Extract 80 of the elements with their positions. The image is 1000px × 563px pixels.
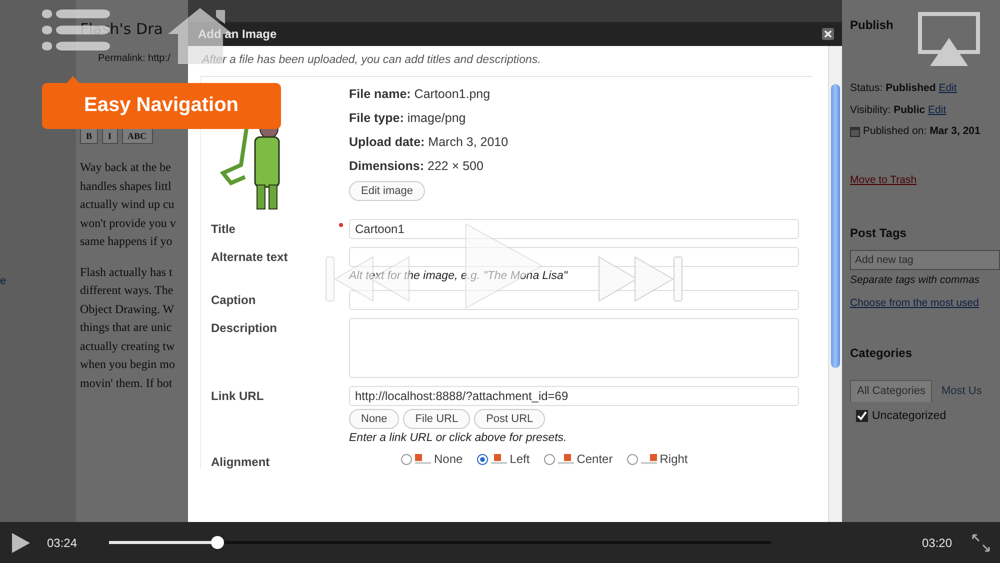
text-fragment: e	[0, 275, 6, 287]
paragraph-line: Flash actually has t	[80, 264, 174, 281]
file-info: Dimensions: 222 × 500	[349, 159, 484, 173]
permalink: Permalink: http:/	[98, 53, 172, 64]
most-used-link[interactable]: Choose from the most used	[850, 297, 1000, 309]
file-info: Upload date: March 3, 2010	[349, 135, 510, 149]
visibility-value: Public	[894, 104, 926, 116]
radio-button[interactable]	[626, 454, 638, 464]
field-label: Link URL	[211, 389, 264, 403]
fullscreen-icon[interactable]	[972, 534, 990, 552]
field-label: Description	[211, 321, 278, 335]
section-heading: Categories	[850, 346, 914, 360]
hint-text: Separate tags with commas	[850, 274, 981, 286]
preset-button[interactable]: None	[349, 409, 400, 429]
radio-button[interactable]	[476, 454, 488, 464]
help-text: Alt text for the image, e.g. "The Mona Lisa"	[349, 270, 569, 282]
url-field[interactable]: http://localhost:8888/?attachment_id=69	[349, 386, 799, 406]
paragraph-line: Way back at the be	[80, 159, 172, 176]
field-label: Alternate text	[211, 250, 288, 264]
text-field[interactable]	[349, 247, 799, 267]
dialog-title: Add an Image	[198, 27, 277, 41]
edit-image-button[interactable]: Edit image	[349, 181, 425, 201]
field-label: Title	[211, 222, 236, 236]
paragraph-line: different ways. The	[80, 282, 174, 299]
published-date: Mar 3, 201	[930, 125, 980, 137]
field-label: Alignment	[211, 455, 270, 469]
text-field[interactable]	[349, 290, 799, 310]
category-tab[interactable]: All Categories	[850, 380, 932, 402]
help-text: Enter a link URL or click above for presets.	[349, 432, 568, 444]
elapsed-time: 03:24	[47, 536, 78, 550]
paragraph-line: handles shapes littl	[80, 178, 172, 194]
play-icon[interactable]	[12, 532, 30, 552]
alignment-icon	[490, 454, 507, 464]
radio-label: Left	[510, 452, 530, 466]
category-tab[interactable]: Most Us	[934, 380, 989, 402]
status-value: Published	[886, 82, 936, 94]
radio-button[interactable]	[544, 454, 555, 464]
paragraph-line: things that are unic	[80, 319, 173, 336]
edit-link[interactable]: Edit	[928, 104, 946, 116]
category-label: Uncategorized	[872, 410, 946, 422]
tooltip: Easy Navigation	[42, 83, 281, 129]
preset-button[interactable]: File URL	[403, 409, 470, 429]
paragraph-line: won't provide you v	[80, 214, 177, 232]
alignment-icon	[415, 454, 431, 464]
trash-link[interactable]: Move to Trash	[850, 174, 1000, 186]
tag-field[interactable]: Add new tag	[850, 250, 1000, 270]
scrollbar[interactable]	[828, 46, 842, 522]
alignment-icon	[640, 454, 657, 464]
section-heading: Publish	[850, 18, 894, 32]
paragraph-line: when you begin mo	[80, 356, 176, 373]
radio-button[interactable]	[401, 454, 412, 464]
airplay-icon[interactable]	[918, 12, 980, 66]
calendar-icon	[850, 126, 860, 137]
paragraph-line: Object Drawing. W	[80, 300, 176, 318]
preset-button[interactable]: Post URL	[474, 409, 546, 429]
status-label: Status:	[850, 82, 883, 94]
edit-link[interactable]: Edit	[938, 82, 957, 94]
radio-label: Center	[576, 452, 613, 466]
published-label: Published on:	[863, 125, 927, 137]
visibility-label: Visibility:	[850, 104, 891, 116]
checkbox[interactable]	[856, 410, 868, 422]
text-field[interactable]: Cartoon1	[349, 219, 799, 239]
format-button[interactable]: B	[80, 128, 98, 144]
format-button[interactable]: I	[102, 128, 118, 144]
radio-label: None	[434, 452, 463, 466]
close-icon[interactable]	[822, 28, 834, 40]
next-icon[interactable]	[597, 256, 683, 302]
intro-text: After a file has been uploaded, you can add titles and descriptions.	[200, 54, 542, 66]
radio-label: Right	[660, 452, 688, 466]
field-label: Caption	[211, 293, 256, 307]
file-info: File name: Cartoon1.png	[349, 87, 492, 101]
file-info: File type: image/png	[349, 111, 467, 125]
format-button[interactable]: ABC	[122, 128, 153, 144]
paragraph-line: actually wind up cu	[80, 196, 176, 213]
remaining-time: 03:20	[922, 536, 952, 550]
alignment-icon	[558, 454, 574, 464]
paragraph-line: same happens if yo	[80, 233, 174, 250]
paragraph-line: movin' them. If bot	[80, 374, 174, 392]
paragraph-line: actually creating tw	[80, 338, 176, 355]
section-heading: Post Tags	[850, 226, 908, 240]
